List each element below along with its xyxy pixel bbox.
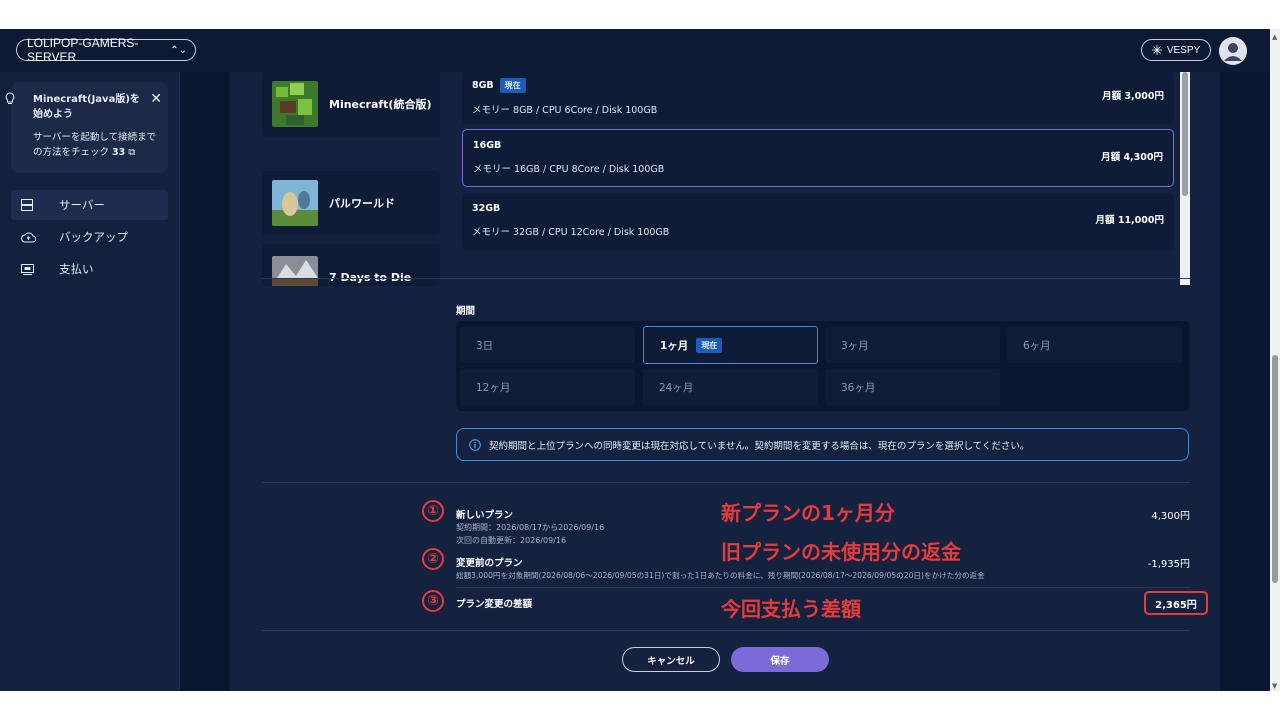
avatar[interactable] (1219, 37, 1247, 65)
period-option-label: 24ヶ月 (659, 381, 694, 394)
scroll-down-arrow-icon[interactable]: ▼ (1272, 682, 1277, 690)
server-name: LOLIPOP-GAMERS-SERVER (27, 36, 139, 64)
divider (262, 278, 1190, 279)
notice-title: Minecraft(Java版)を始めよう (33, 94, 140, 120)
new-plan-renewal: 次回の自動更新：2026/09/16 (456, 536, 567, 545)
main-gutter-right (1220, 72, 1270, 691)
plan-spec: メモリー 32GB / CPU 12Core / Disk 100GB (472, 227, 670, 238)
plan-option-16gb[interactable]: 16GB メモリー 16GB / CPU 8Core / Disk 100GB … (462, 129, 1174, 187)
plan-list-scroll-thumb[interactable] (1182, 72, 1188, 196)
cancel-button[interactable]: キャンセル (622, 647, 720, 672)
period-option-label: 36ヶ月 (841, 381, 876, 394)
game-name: Minecraft(統合版) (329, 98, 432, 111)
sidebar-item-label: サーバー (59, 198, 105, 212)
window-scroll-thumb[interactable] (1272, 355, 1278, 583)
old-plan-title: 変更前のプラン (456, 558, 523, 569)
notice-link-suffix: 33 (112, 147, 126, 158)
plan-name: 8GB (472, 80, 494, 91)
scroll-up-arrow-icon[interactable]: ▲ (1272, 33, 1277, 41)
user-menu-button[interactable]: VESPY (1141, 39, 1211, 61)
sidebar-item-label: 支払い (59, 262, 94, 276)
server-icon (21, 199, 45, 211)
divider (262, 630, 1190, 631)
payment-icon (21, 263, 45, 275)
plan-name: 32GB (472, 203, 501, 214)
period-label: 期間 (456, 306, 476, 317)
info-message: 契約期間と上位プランへの同時変更は現在対応していません。契約期間を変更する場合は… (456, 428, 1189, 461)
diff-title: プラン変更の差額 (456, 599, 533, 610)
annotation-number-1: ① (422, 500, 444, 522)
annotation-text-2: 旧プランの未使用分の返金 (721, 540, 961, 564)
period-option-label: 1ヶ月 (660, 339, 689, 352)
new-plan-amount: 4,300円 (1151, 511, 1190, 522)
palworld-thumbnail (272, 180, 318, 226)
new-plan-title: 新しいプラン (456, 510, 514, 521)
annotation-text-1: 新プランの1ヶ月分 (721, 501, 895, 525)
period-option-label: 3ヶ月 (841, 339, 869, 352)
current-badge: 現在 (499, 78, 526, 93)
plan-price: 月額 4,300円 (1101, 152, 1163, 163)
sidebar-item-backup[interactable]: バックアップ (11, 222, 168, 252)
game-card-palworld[interactable]: パルワールド (262, 171, 440, 235)
divider (262, 482, 1190, 483)
game-card-minecraft-bedrock[interactable]: Minecraft(統合版) (262, 71, 440, 137)
period-option-12m[interactable]: 12ヶ月 (460, 369, 635, 405)
window-scrollbar[interactable] (1270, 29, 1280, 691)
lightbulb-icon (5, 92, 15, 110)
chevron-updown-icon: ⌃⌄ (170, 44, 187, 56)
game-name: パルワールド (329, 197, 395, 210)
getting-started-notice: Minecraft(Java版)を始めよう ✕ サーバーを起動して接続まで の方… (5, 82, 168, 173)
period-option-label: 12ヶ月 (476, 381, 511, 394)
external-link-icon: ⧉ (128, 147, 136, 158)
period-grid: 3日 1ヶ月 現在 3ヶ月 6ヶ月 12ヶ月 24ヶ月 36ヶ月 (456, 321, 1190, 411)
period-option-label: 3日 (476, 339, 494, 352)
plan-spec: メモリー 8GB / CPU 6Core / Disk 100GB (472, 105, 658, 116)
plan-name: 16GB (473, 140, 502, 151)
minecraft-thumbnail (272, 81, 318, 127)
user-icon (1219, 37, 1247, 65)
old-plan-amount: -1,935円 (1147, 559, 1190, 570)
cloud-upload-icon (21, 232, 45, 243)
user-label: VESPY (1166, 44, 1201, 56)
7-days-to-die-thumbnail (272, 256, 318, 286)
plan-price: 月額 3,000円 (1102, 91, 1164, 102)
game-card-7-days-to-die[interactable]: 7 Days to Die (262, 244, 440, 286)
sparkle-icon (1151, 45, 1162, 55)
info-text: 契約期間と上位プランへの同時変更は現在対応していません。契約期間を変更する場合は… (489, 440, 1030, 452)
notice-body-line2: の方法をチェック (33, 147, 110, 158)
new-plan-period: 契約期間：2026/08/17から2026/09/16 (456, 523, 605, 532)
notice-body-line1: サーバーを起動して接続まで (33, 132, 157, 143)
period-option-36m[interactable]: 36ヶ月 (825, 369, 1000, 405)
sidebar: Minecraft(Java版)を始めよう ✕ サーバーを起動して接続まで の方… (0, 72, 180, 691)
old-plan-refund-detail: 総額3,000円を対象期間(2026/08/06～2026/09/05の31日)… (456, 571, 985, 580)
server-selector[interactable]: LOLIPOP-GAMERS-SERVER ⌃⌄ (16, 36, 196, 64)
notice-link[interactable]: の方法をチェック 33 ⧉ (33, 145, 158, 160)
main-gutter-left (180, 72, 230, 691)
save-button[interactable]: 保存 (731, 647, 829, 672)
period-option-24m[interactable]: 24ヶ月 (643, 369, 818, 405)
diff-amount: 2,365円 (1144, 591, 1208, 615)
plan-option-8gb[interactable]: 8GB 現在 メモリー 8GB / CPU 6Core / Disk 100GB … (462, 71, 1174, 124)
period-option-3d[interactable]: 3日 (460, 327, 635, 363)
annotation-number-3: ③ (422, 590, 444, 612)
divider (456, 587, 1190, 588)
period-option-label: 6ヶ月 (1023, 339, 1051, 352)
period-option-1m[interactable]: 1ヶ月 現在 (643, 326, 818, 364)
current-badge: 現在 (696, 337, 723, 353)
sidebar-item-payment[interactable]: 支払い (11, 254, 168, 284)
period-option-3m[interactable]: 3ヶ月 (825, 327, 1000, 363)
sidebar-item-server[interactable]: サーバー (11, 190, 168, 220)
sidebar-item-label: バックアップ (59, 230, 128, 244)
plan-option-32gb[interactable]: 32GB メモリー 32GB / CPU 12Core / Disk 100GB… (462, 193, 1174, 251)
plan-spec: メモリー 16GB / CPU 8Core / Disk 100GB (473, 164, 665, 175)
annotation-number-2: ② (422, 548, 444, 570)
plan-price: 月額 11,000円 (1095, 215, 1164, 226)
info-icon (469, 438, 481, 451)
top-bar: LOLIPOP-GAMERS-SERVER ⌃⌄ VESPY (0, 29, 1270, 72)
annotation-text-3: 今回支払う差額 (721, 597, 861, 621)
close-icon[interactable]: ✕ (150, 92, 162, 107)
app-window: LOLIPOP-GAMERS-SERVER ⌃⌄ VESPY Minecraft… (0, 29, 1280, 691)
period-option-6m[interactable]: 6ヶ月 (1007, 327, 1182, 363)
